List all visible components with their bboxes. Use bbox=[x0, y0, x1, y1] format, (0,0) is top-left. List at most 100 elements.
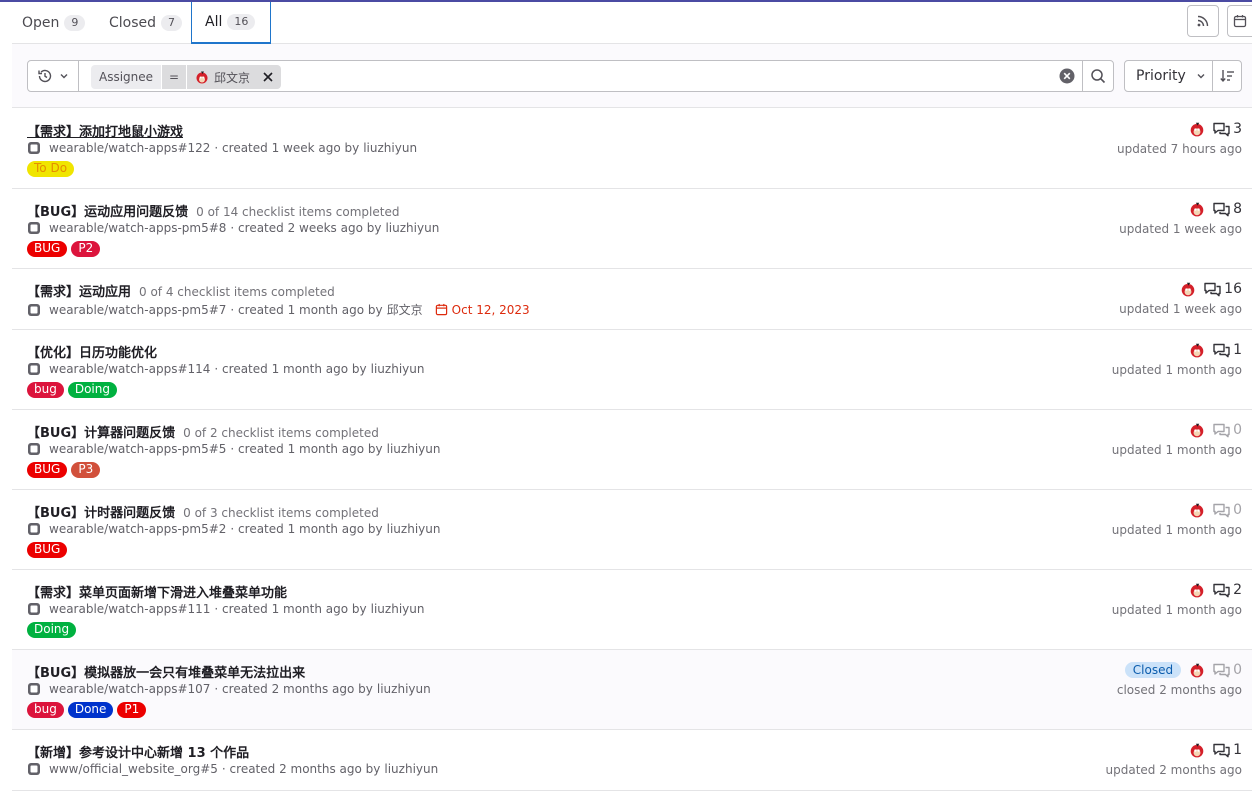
issue-title-link[interactable]: 【BUG】计算器问题反馈 bbox=[27, 422, 175, 441]
issue-author[interactable]: liuzhiyun bbox=[377, 682, 431, 696]
issue-label[interactable]: Done bbox=[67, 702, 114, 718]
sort-direction-button[interactable] bbox=[1212, 60, 1242, 92]
issue-label[interactable]: BUG bbox=[27, 462, 68, 478]
issue-row[interactable]: 【BUG】运动应用问题反馈 0 of 14 checklist items com… bbox=[12, 189, 1252, 269]
search-button[interactable] bbox=[1082, 60, 1114, 92]
issue-state-tabs: Open 9 Closed 7 All 16 bbox=[12, 2, 1252, 44]
issue-author[interactable]: liuzhiyun bbox=[371, 602, 425, 616]
filter-token-name[interactable]: Assignee bbox=[91, 65, 162, 89]
comment-count-value: 3 bbox=[1233, 121, 1242, 137]
comments-icon bbox=[1213, 423, 1230, 437]
issue-title-link[interactable]: 【需求】菜单页面新增下滑进入堆叠菜单功能 bbox=[27, 582, 287, 601]
tab-closed[interactable]: Closed 7 bbox=[109, 2, 183, 44]
issue-author[interactable]: liuzhiyun bbox=[385, 221, 439, 235]
issue-reference[interactable]: wearable/watch-apps-pm5#7 bbox=[49, 303, 226, 317]
rss-button[interactable] bbox=[1187, 5, 1219, 37]
issue-label[interactable]: To Do bbox=[27, 161, 75, 177]
comment-count[interactable]: 0 bbox=[1213, 422, 1242, 438]
calendar-button[interactable] bbox=[1227, 5, 1252, 37]
calendar-icon bbox=[1233, 15, 1247, 28]
comment-count[interactable]: 0 bbox=[1213, 662, 1242, 678]
issue-title-link[interactable]: 【BUG】运动应用问题反馈 bbox=[27, 201, 188, 220]
issue-row[interactable]: 【需求】菜单页面新增下滑进入堆叠菜单功能 wearable/watch-apps#… bbox=[12, 570, 1252, 650]
issue-title-link[interactable]: 【BUG】模拟器放一会只有堆叠菜单无法拉出来 bbox=[27, 662, 305, 681]
issue-row[interactable]: 【优化】日历功能优化 wearable/watch-apps#114 · creat… bbox=[12, 330, 1252, 410]
avatar[interactable] bbox=[1180, 281, 1196, 297]
issue-label[interactable]: Doing bbox=[27, 622, 77, 638]
issue-author[interactable]: 邱文京 bbox=[387, 301, 423, 318]
filtered-search-input[interactable]: Assignee = 邱文京 bbox=[78, 60, 1083, 92]
comment-count[interactable]: 8 bbox=[1213, 201, 1242, 217]
issue-title-link[interactable]: 【新增】参考设计中心新增 13 个作品 bbox=[27, 742, 249, 761]
issue-reference[interactable]: wearable/watch-apps#107 bbox=[49, 682, 210, 696]
issue-reference[interactable]: wearable/watch-apps#111 bbox=[49, 602, 210, 616]
issue-label[interactable]: bug bbox=[27, 702, 64, 718]
avatar[interactable] bbox=[1189, 582, 1205, 598]
avatar[interactable] bbox=[1189, 742, 1205, 758]
comment-count[interactable]: 16 bbox=[1204, 281, 1242, 297]
tab-all-label: All bbox=[205, 14, 223, 30]
issue-title-link[interactable]: 【需求】运动应用 bbox=[27, 281, 131, 300]
avatar[interactable] bbox=[1189, 121, 1205, 137]
avatar[interactable] bbox=[1189, 422, 1205, 438]
issue-created: · created 2 months ago by bbox=[221, 762, 381, 776]
sort-dropdown[interactable]: Priority bbox=[1124, 60, 1213, 92]
comments-icon bbox=[1213, 583, 1230, 597]
comment-count-value: 0 bbox=[1233, 662, 1242, 678]
issue-labels: BUG P2 bbox=[27, 241, 101, 257]
filter-token-value[interactable]: 邱文京 bbox=[187, 65, 282, 89]
issue-reference[interactable]: wearable/watch-apps-pm5#5 bbox=[49, 442, 226, 456]
close-icon[interactable] bbox=[261, 70, 275, 84]
issue-title-link[interactable]: 【优化】日历功能优化 bbox=[27, 342, 157, 361]
issue-row[interactable]: 【需求】添加打地鼠小游戏 wearable/watch-apps#122 · cre… bbox=[12, 109, 1252, 189]
issue-label[interactable]: P3 bbox=[71, 462, 101, 478]
issue-title-line: 【BUG】模拟器放一会只有堆叠菜单无法拉出来 bbox=[27, 662, 305, 681]
issue-author[interactable]: liuzhiyun bbox=[387, 442, 441, 456]
issue-type-icon bbox=[28, 363, 40, 375]
issue-row[interactable]: 【需求】运动应用 0 of 4 checklist items completed… bbox=[12, 269, 1252, 330]
issue-meta: wearable/watch-apps#111 · created 1 month… bbox=[27, 602, 424, 616]
issue-title-link[interactable]: 【BUG】计时器问题反馈 bbox=[27, 502, 175, 521]
issue-reference[interactable]: wearable/watch-apps#114 bbox=[49, 362, 210, 376]
avatar[interactable] bbox=[1189, 342, 1205, 358]
clear-search-icon[interactable] bbox=[1059, 68, 1075, 84]
issue-label[interactable]: BUG bbox=[27, 241, 68, 257]
issue-label[interactable]: P1 bbox=[117, 702, 147, 718]
avatar[interactable] bbox=[1189, 502, 1205, 518]
issue-label[interactable]: BUG bbox=[27, 542, 68, 558]
comments-icon bbox=[1213, 122, 1230, 136]
issue-label[interactable]: bug bbox=[27, 382, 64, 398]
issue-author[interactable]: liuzhiyun bbox=[384, 762, 438, 776]
comment-count[interactable]: 2 bbox=[1213, 582, 1242, 598]
issue-row[interactable]: 【新增】参考设计中心新增 13 个作品 www/official_website_… bbox=[12, 730, 1252, 791]
issue-row[interactable]: 【BUG】计时器问题反馈 0 of 3 checklist items compl… bbox=[12, 490, 1252, 570]
avatar[interactable] bbox=[1189, 662, 1205, 678]
issue-row[interactable]: 【BUG】计算器问题反馈 0 of 2 checklist items compl… bbox=[12, 410, 1252, 490]
recent-searches-button[interactable] bbox=[27, 60, 79, 92]
issue-title-link[interactable]: 【需求】添加打地鼠小游戏 bbox=[27, 121, 183, 140]
issue-reference[interactable]: www/official_website_org#5 bbox=[49, 762, 218, 776]
issue-author[interactable]: liuzhiyun bbox=[387, 522, 441, 536]
issue-title-line: 【BUG】计时器问题反馈 0 of 3 checklist items compl… bbox=[27, 502, 379, 521]
issue-row[interactable]: 【BUG】模拟器放一会只有堆叠菜单无法拉出来 wearable/watch-app… bbox=[12, 650, 1252, 730]
tab-all[interactable]: All 16 bbox=[191, 2, 271, 44]
tab-open[interactable]: Open 9 bbox=[22, 2, 86, 44]
comment-count[interactable]: 1 bbox=[1213, 742, 1242, 758]
avatar[interactable] bbox=[1189, 201, 1205, 217]
filter-token-operator[interactable]: = bbox=[162, 65, 187, 89]
issue-reference[interactable]: wearable/watch-apps-pm5#8 bbox=[49, 221, 226, 235]
issue-author[interactable]: liuzhiyun bbox=[371, 362, 425, 376]
issue-reference[interactable]: wearable/watch-apps-pm5#2 bbox=[49, 522, 226, 536]
issue-label[interactable]: Doing bbox=[67, 382, 117, 398]
issue-meta: wearable/watch-apps#107 · created 2 month… bbox=[27, 682, 431, 696]
issue-created: · created 2 weeks ago by bbox=[230, 221, 382, 235]
comment-count[interactable]: 1 bbox=[1213, 342, 1242, 358]
comment-count[interactable]: 0 bbox=[1213, 502, 1242, 518]
issue-reference[interactable]: wearable/watch-apps#122 bbox=[49, 141, 210, 155]
issue-label[interactable]: P2 bbox=[71, 241, 101, 257]
issue-created: · created 1 month ago by bbox=[230, 522, 383, 536]
comment-count[interactable]: 3 bbox=[1213, 121, 1242, 137]
issue-type-icon bbox=[28, 222, 40, 234]
issue-author[interactable]: liuzhiyun bbox=[363, 141, 417, 155]
issue-updated: updated 1 month ago bbox=[1111, 603, 1242, 617]
